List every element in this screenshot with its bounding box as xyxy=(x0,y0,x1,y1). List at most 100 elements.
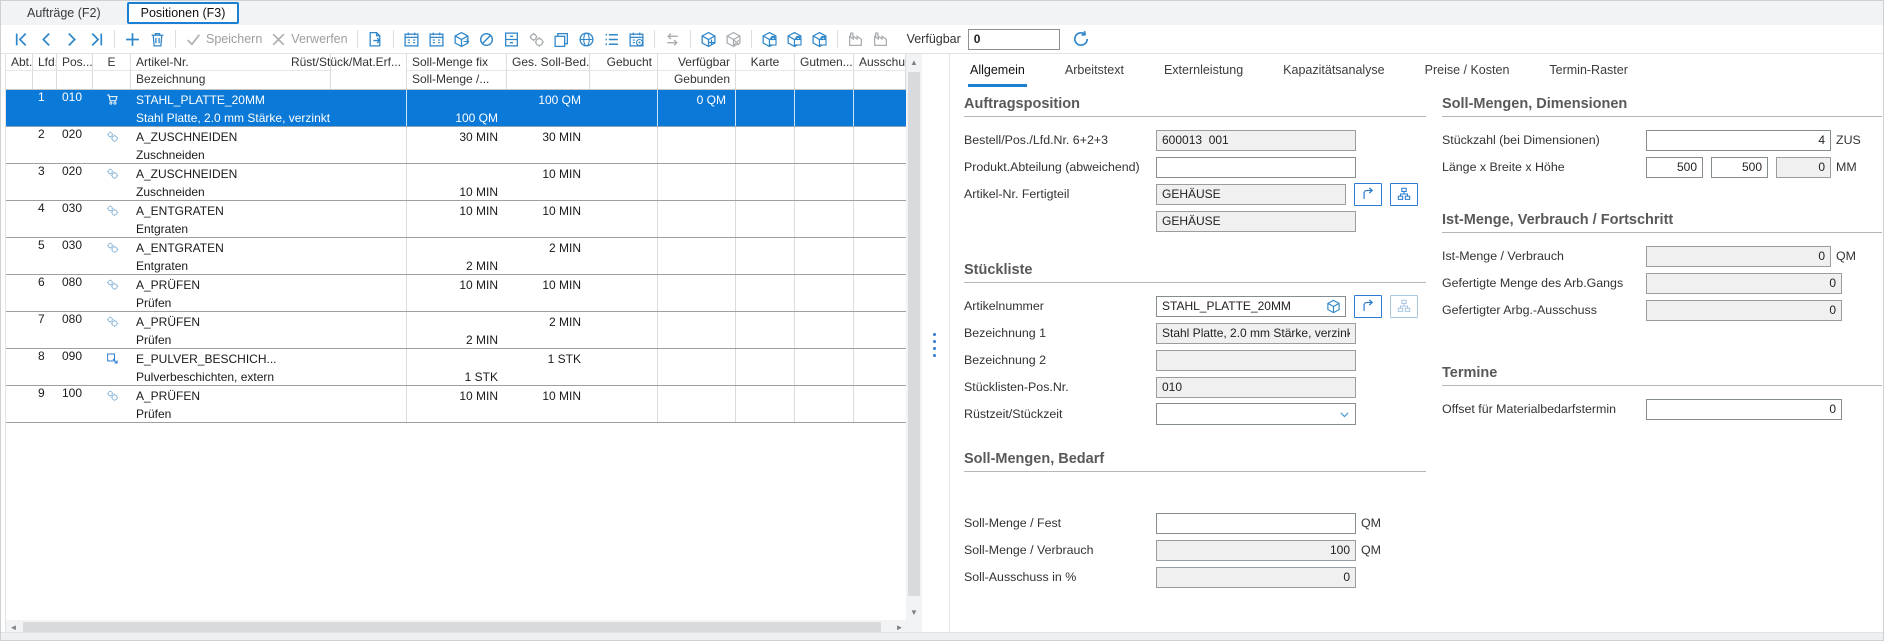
bom-list-button[interactable] xyxy=(600,29,623,50)
col-soll-menge-fix[interactable]: Soll-Menge fixSoll-Menge /... xyxy=(407,54,507,89)
ist-menge-input[interactable] xyxy=(1646,246,1831,267)
calendar-settings-button[interactable] xyxy=(625,29,648,50)
fertigteil-structure-button[interactable] xyxy=(1390,183,1418,206)
delete-position-button[interactable] xyxy=(146,29,169,50)
go-previous-button[interactable] xyxy=(35,29,58,50)
col-ausschuss[interactable]: Ausschu... xyxy=(854,54,906,89)
bezeichnung2-input[interactable] xyxy=(1156,350,1356,371)
produkt-abteilung-input[interactable] xyxy=(1156,157,1356,178)
discard-button[interactable]: Verwerfen xyxy=(267,29,350,50)
soll-menge-fest-input[interactable] xyxy=(1156,513,1356,534)
cell-artikel: A_PRÜFENPrüfen xyxy=(131,275,331,311)
stuecklisten-pos-input[interactable] xyxy=(1156,377,1356,398)
col-ges-soll-bedarf[interactable]: Ges. Soll-Bed... xyxy=(507,54,590,89)
table-row[interactable]: 9100A_PRÜFENPrüfen10 MIN10 MIN xyxy=(6,386,907,423)
artikel-structure-button[interactable] xyxy=(1390,295,1418,318)
chevron-right-icon xyxy=(63,31,80,48)
offset-materialbedarf-input[interactable] xyxy=(1646,399,1842,420)
artikelnummer-input[interactable] xyxy=(1156,296,1346,317)
detail-tab-bar: Allgemein Arbeitstext Externleistung Kap… xyxy=(950,54,1883,87)
scroll-up-icon[interactable]: ▲ xyxy=(906,54,922,70)
vertical-scrollbar[interactable]: ▲ ▼ xyxy=(906,54,922,620)
ruestzeit-dropdown[interactable] xyxy=(1156,403,1356,425)
global-article-button[interactable] xyxy=(575,29,598,50)
scroll-down-icon[interactable]: ▼ xyxy=(906,604,922,620)
table-row[interactable]: 8090E_PULVER_BESCHICH...Pulverbeschichte… xyxy=(6,349,907,386)
vertical-scroll-thumb[interactable] xyxy=(908,72,920,596)
gefertigter-ausschuss-input[interactable] xyxy=(1646,300,1842,321)
col-lfd[interactable]: Lfd. xyxy=(33,54,57,89)
col-verfuegbar[interactable]: VerfügbarGebunden xyxy=(658,54,736,89)
hierarchy-icon xyxy=(1397,299,1411,313)
schedule-button[interactable] xyxy=(400,29,423,50)
go-next-button[interactable] xyxy=(60,29,83,50)
tab-arbeitstext[interactable]: Arbeitstext xyxy=(1063,57,1126,87)
swap-order-button[interactable] xyxy=(661,29,684,50)
goto-fertigteil-button[interactable] xyxy=(1354,183,1382,206)
col-karte[interactable]: Karte xyxy=(736,54,795,89)
hoehe-input[interactable] xyxy=(1776,157,1831,178)
table-row[interactable]: 2020A_ZUSCHNEIDENZuschneiden30 MIN30 MIN xyxy=(6,127,907,164)
article-add-button[interactable] xyxy=(697,29,720,50)
tab-preise-kosten[interactable]: Preise / Kosten xyxy=(1423,57,1512,87)
cell-ges-soll: 2 MIN xyxy=(507,238,590,274)
fertigteil-bezeichnung-input[interactable] xyxy=(1156,211,1356,232)
tab-kapazitaetsanalyse[interactable]: Kapazitätsanalyse xyxy=(1281,57,1386,87)
table-row[interactable]: 1010STAHL_PLATTE_20MMStahl Platte, 2.0 m… xyxy=(6,90,907,127)
archive-button[interactable] xyxy=(500,29,523,50)
unit-label: MM xyxy=(1836,160,1857,174)
factory-in-button[interactable] xyxy=(844,29,867,50)
available-input[interactable] xyxy=(968,29,1060,50)
no-capacity-button[interactable] xyxy=(475,29,498,50)
gefertigte-menge-input[interactable] xyxy=(1646,273,1842,294)
refresh-button[interactable] xyxy=(1072,30,1090,48)
col-pos[interactable]: Pos.... xyxy=(57,54,93,89)
documents-button[interactable] xyxy=(550,29,573,50)
laenge-breite-hoehe-label: Länge x Breite x Höhe xyxy=(1442,160,1646,174)
cell-ges-soll: 100 QM xyxy=(507,90,590,126)
add-position-button[interactable] xyxy=(121,29,144,50)
col-gutmenge[interactable]: Gutmen... xyxy=(795,54,854,89)
col-e[interactable]: E xyxy=(93,54,131,89)
table-row[interactable]: 3020A_ZUSCHNEIDENZuschneiden10 MIN10 MIN xyxy=(6,164,907,201)
col-abt[interactable]: Abt. xyxy=(6,54,33,89)
article-lock-button[interactable] xyxy=(758,29,781,50)
laenge-input[interactable] xyxy=(1646,157,1703,178)
artikel-nr: A_PRÜFEN xyxy=(136,387,326,405)
table-row[interactable]: 7080A_PRÜFENPrüfen2 MIN2 MIN xyxy=(6,312,907,349)
table-row[interactable]: 4030A_ENTGRATENEntgraten10 MIN10 MIN xyxy=(6,201,907,238)
article-lock-fix-button[interactable] xyxy=(783,29,806,50)
tab-allgemein[interactable]: Allgemein xyxy=(968,57,1027,87)
breite-input[interactable] xyxy=(1711,157,1768,178)
operations-button[interactable] xyxy=(525,29,548,50)
panel-splitter-handle[interactable] xyxy=(931,331,938,359)
go-first-button[interactable] xyxy=(10,29,33,50)
artikel-nr: STAHL_PLATTE_20MM xyxy=(136,91,326,109)
go-last-button[interactable] xyxy=(85,29,108,50)
soll-ausschuss-input[interactable] xyxy=(1156,567,1356,588)
article-dispatch-button[interactable] xyxy=(450,29,473,50)
table-row[interactable]: 6080A_PRÜFENPrüfen10 MIN10 MIN xyxy=(6,275,907,312)
tab-termin-raster[interactable]: Termin-Raster xyxy=(1547,57,1630,87)
soll-menge-verbrauch-input[interactable] xyxy=(1156,540,1356,561)
fertigteil-input[interactable] xyxy=(1156,184,1346,205)
section-title-termine: Termine xyxy=(1442,365,1882,381)
bestell-nr-input[interactable] xyxy=(1156,130,1356,151)
tab-positionen[interactable]: Positionen (F3) xyxy=(127,2,240,24)
col-ruest-stueck[interactable]: Rüst/Stück/Mat.Erf... xyxy=(331,54,407,89)
transfer-position-button[interactable] xyxy=(364,29,387,50)
article-remove-button[interactable] xyxy=(722,29,745,50)
schedule-period-button[interactable] xyxy=(425,29,448,50)
article-lock-all-button[interactable] xyxy=(808,29,831,50)
go-first-icon xyxy=(13,31,30,48)
cell-type xyxy=(93,312,131,348)
goto-artikel-button[interactable] xyxy=(1354,295,1382,318)
bezeichnung1-input[interactable] xyxy=(1156,323,1356,344)
tab-externleistung[interactable]: Externleistung xyxy=(1162,57,1245,87)
col-gebucht[interactable]: Gebucht xyxy=(590,54,658,89)
stueckzahl-input[interactable] xyxy=(1646,130,1831,151)
tab-auftraege[interactable]: Aufträge (F2) xyxy=(15,4,113,22)
table-row[interactable]: 5030A_ENTGRATENEntgraten2 MIN2 MIN xyxy=(6,238,907,275)
save-button[interactable]: Speichern xyxy=(182,29,265,50)
factory-out-button[interactable] xyxy=(869,29,892,50)
